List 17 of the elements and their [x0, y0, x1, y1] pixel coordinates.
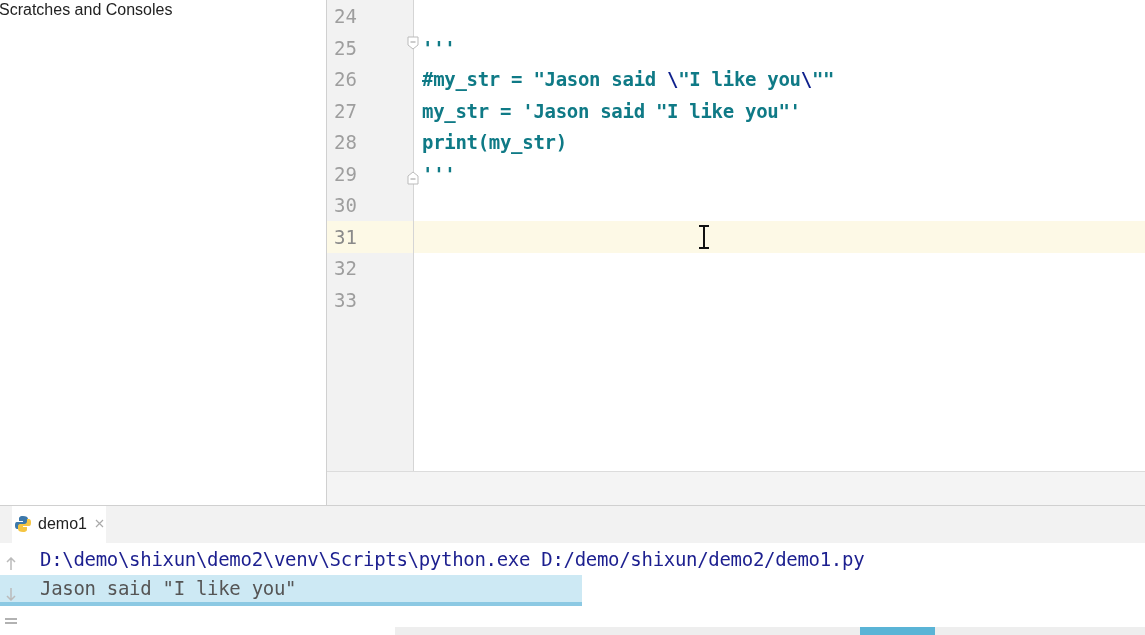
code-line: #my_str = "Jason said \"I like you\"" [422, 67, 835, 93]
code-line: ''' [422, 35, 456, 61]
line-number: 30 [334, 193, 357, 218]
tree-item[interactable]: Scratches and Consoles [0, 0, 173, 20]
line-number: 25 [334, 35, 357, 61]
code-line: print(my_str) [422, 130, 567, 156]
line-number: 29 [334, 161, 357, 187]
run-tab[interactable]: demo1 [12, 506, 106, 543]
code-line: my_str = 'Jason said "I like you"' [422, 98, 801, 125]
line-number: 33 [334, 287, 357, 313]
code-line: ''' [422, 161, 456, 187]
line-number: 26 [334, 67, 357, 92]
line-number: 28 [334, 130, 357, 155]
console-line: D:\demo\shixun\demo2\venv\Scripts\python.exe D:/demo/shixun/demo2/demo1.py [39, 547, 866, 573]
line-number: 32 [334, 256, 357, 281]
line-number: 24 [334, 4, 357, 29]
line-number: 27 [334, 98, 357, 124]
